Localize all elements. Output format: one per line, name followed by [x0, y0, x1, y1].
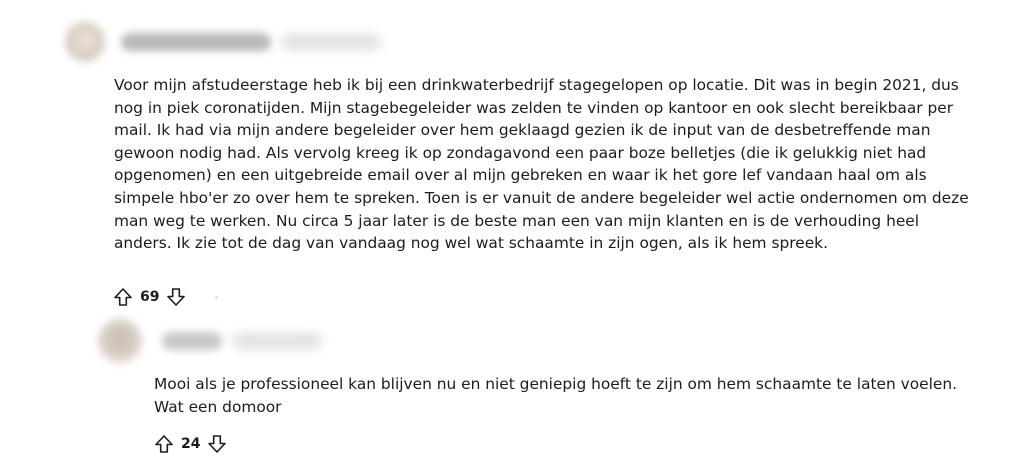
- comment-header: [65, 18, 381, 66]
- comment-line: simpele hbo'er zo over hem te spreken. T…: [114, 188, 969, 207]
- comment-thread: Voor mijn afstudeerstage heb ik bij een …: [0, 0, 1014, 474]
- vote-bar: 24: [153, 433, 228, 455]
- vote-count: 24: [181, 436, 201, 452]
- downvote-button[interactable]: [206, 433, 228, 455]
- comment-line: Mooi als je professioneel kan blijven nu…: [154, 375, 958, 393]
- username-redacted[interactable]: [121, 33, 271, 51]
- downvote-button[interactable]: [165, 286, 187, 308]
- comment-line: man weg te werken. Nu circa 5 jaar later…: [114, 211, 920, 230]
- arrow-up-outline-icon: [155, 435, 173, 453]
- comment-line: opgenomen) en een uitgebreide email over…: [114, 166, 927, 185]
- comment-line: anders. Ik zie tot de dag van vandaag no…: [114, 234, 828, 253]
- comment-line: nog in piek coronatijden. Mijn stagebege…: [114, 98, 954, 117]
- arrow-up-outline-icon: [114, 288, 132, 306]
- comment-body: Voor mijn afstudeerstage heb ik bij een …: [114, 74, 974, 255]
- upvote-button[interactable]: [153, 433, 175, 455]
- comment-line: Voor mijn afstudeerstage heb ik bij een …: [114, 76, 959, 94]
- vote-bar: 69: [112, 286, 219, 308]
- vote-count: 69: [140, 289, 160, 305]
- divider-dot: [215, 295, 219, 299]
- arrow-down-outline-icon: [167, 288, 186, 306]
- comment-meta-redacted: [281, 34, 381, 50]
- arrow-down-outline-icon: [208, 435, 227, 453]
- avatar[interactable]: [65, 22, 105, 62]
- reply-body: Mooi als je professioneel kan blijven nu…: [154, 373, 994, 418]
- upvote-button[interactable]: [112, 286, 134, 308]
- comment-line: Wat een domoor: [154, 397, 282, 416]
- reply-header: [98, 318, 322, 364]
- comment-meta-redacted: [232, 333, 322, 349]
- username-redacted[interactable]: [162, 332, 222, 350]
- comment-line: mail. Ik had via mijn andere begeleider …: [114, 121, 931, 140]
- comment-line: gewoon nodig had. Als vervolg kreeg ik o…: [114, 143, 927, 162]
- avatar[interactable]: [98, 319, 142, 363]
